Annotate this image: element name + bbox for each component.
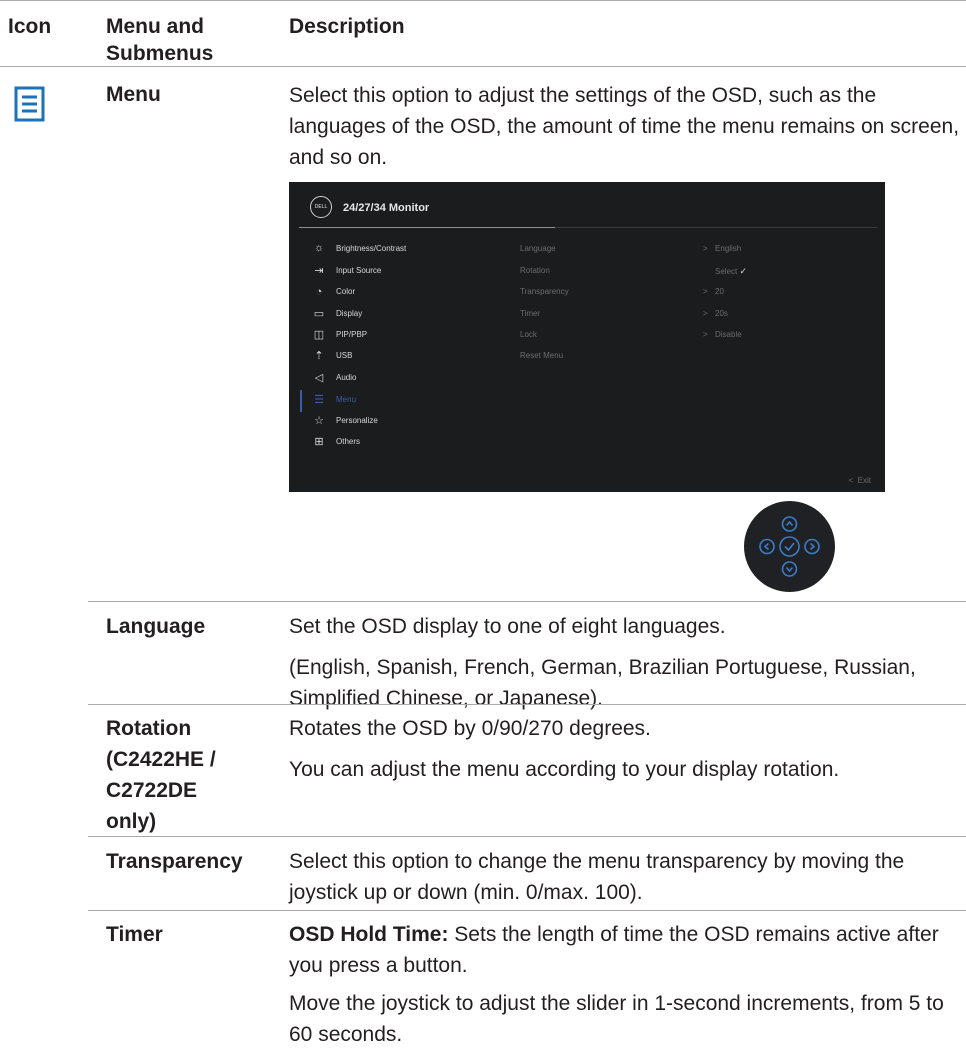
audio-icon: ◁ <box>314 372 324 384</box>
osd-screenshot: DELL 24/27/34 Monitor ☼ Brightness/Contr… <box>289 182 885 492</box>
osd-value-lock: Disable <box>715 330 742 339</box>
row-rule <box>88 704 966 705</box>
osd-sub-lock: Lock <box>520 330 537 339</box>
osd-value-timer: 20s <box>715 309 728 318</box>
osd-value-rotation-text: Select <box>715 267 738 276</box>
menu-description: Select this option to adjust the setting… <box>289 84 960 169</box>
header-menu-line1: Menu and <box>106 15 204 38</box>
header-description: Description <box>289 15 405 38</box>
joystick <box>744 501 835 592</box>
menu-label: Menu <box>106 83 161 106</box>
osd-sub-transparency: Transparency <box>520 287 569 296</box>
row-rule <box>88 910 966 911</box>
chevron-right-icon: > <box>703 287 708 296</box>
osd-item-input-source: Input Source <box>336 266 382 275</box>
display-icon: ▭ <box>313 308 325 320</box>
osd-sub-language: Language <box>520 244 556 253</box>
timer-label: Timer <box>106 923 163 946</box>
osd-item-menu: Menu <box>336 395 357 404</box>
row-rule <box>88 836 966 837</box>
others-icon: ⊞ <box>314 436 324 448</box>
osd-hold-time-label: OSD Hold Time: <box>289 923 449 946</box>
timer-description-2: Move the joystick to adjust the slider i… <box>289 992 944 1046</box>
osd-title-rule <box>299 227 555 228</box>
osd-value-language: English <box>715 244 742 253</box>
osd-value-transparency: 20 <box>715 287 724 296</box>
header-icon: Icon <box>8 15 52 38</box>
color-palette-icon: ◔ <box>315 286 323 298</box>
rotation-label-line3: C2722DE <box>106 779 198 802</box>
osd-item-color: Color <box>336 287 356 296</box>
osd-item-display: Display <box>336 309 363 318</box>
rotation-label-line1: Rotation <box>106 717 192 740</box>
rotation-label-line4: only) <box>106 810 157 833</box>
header-menu-line2: Submenus <box>106 42 214 65</box>
osd-sub-rotation: Rotation <box>520 266 550 275</box>
chevron-left-icon: < <box>848 476 854 485</box>
rotation-description-2: You can adjust the menu according to you… <box>289 758 840 781</box>
transparency-label: Transparency <box>106 850 243 873</box>
osd-item-audio: Audio <box>336 373 357 382</box>
language-label: Language <box>106 615 206 638</box>
chevron-right-icon: > <box>703 330 708 339</box>
osd-item-pip-pbp: PIP/PBP <box>336 330 368 339</box>
row-rule <box>88 601 966 602</box>
rotation-label: Rotation (C2422HE / C2722DE only) <box>106 713 216 837</box>
osd-item-usb: USB <box>336 351 353 360</box>
osd-sub-reset-menu: Reset Menu <box>520 351 564 360</box>
star-icon: ☆ <box>314 415 324 427</box>
osd-value-rotation: Select ✓ <box>715 266 747 277</box>
rotation-description-1: Rotates the OSD by 0/90/270 degrees. <box>289 717 651 740</box>
transparency-description: Select this option to change the menu tr… <box>289 850 905 904</box>
joystick-arrows-icon <box>759 516 820 577</box>
checkmark-icon: ✓ <box>739 266 748 276</box>
dell-logo: DELL <box>310 196 332 218</box>
osd-selection-bar <box>300 390 302 412</box>
input-source-icon: ⇥ <box>314 265 324 277</box>
rotation-label-line2: (C2422HE / <box>106 748 216 771</box>
chevron-right-icon: > <box>703 309 708 318</box>
table-top-rule <box>0 0 966 1</box>
osd-exit-label: Exit <box>857 476 871 485</box>
osd-title: 24/27/34 Monitor <box>343 202 430 214</box>
menu-icon: ☰ <box>314 394 324 406</box>
timer-description-1: OSD Hold Time: Sets the length of time t… <box>289 919 961 981</box>
chevron-right-icon: > <box>703 244 708 253</box>
language-description-1: Set the OSD display to one of eight lang… <box>289 615 726 638</box>
osd-title-rule-dim <box>555 227 877 228</box>
osd-item-personalize: Personalize <box>336 416 378 425</box>
osd-sub-timer: Timer <box>520 309 541 318</box>
brightness-icon: ☼ <box>313 242 325 254</box>
osd-item-others: Others <box>336 437 361 446</box>
pip-pbp-icon: ◫ <box>313 329 325 341</box>
osd-exit: < Exit <box>849 476 871 485</box>
header-menu: Menu and Submenus <box>106 13 213 67</box>
usb-icon: ⇡ <box>314 350 324 362</box>
osd-item-brightness: Brightness/Contrast <box>336 244 407 253</box>
menu-list-icon <box>14 86 45 122</box>
